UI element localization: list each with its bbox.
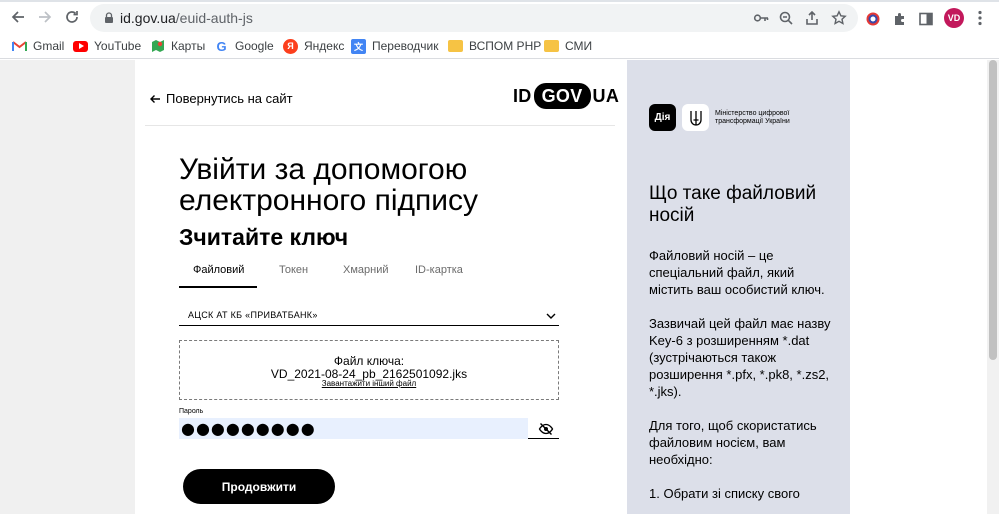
page-scrollbar[interactable]	[987, 60, 999, 514]
back-to-site-link[interactable]: Повернутись на сайт	[149, 91, 293, 106]
tab-id-card[interactable]: ID-картка	[415, 264, 463, 276]
page-content: Повернутись на сайт ID GOV UA Увійти за …	[0, 60, 999, 514]
active-tab-indicator	[179, 286, 257, 288]
arrow-left-icon	[150, 94, 160, 103]
continue-button[interactable]: Продовжити	[183, 469, 335, 504]
key-icon[interactable]	[752, 9, 770, 27]
url-path: /euid-auth-js	[175, 10, 253, 26]
key-type-tabs: Файловий Токен Хмарний ID-картка	[179, 260, 559, 288]
bookmark-gmail[interactable]: Gmail	[12, 38, 64, 54]
profile-avatar[interactable]: VD	[944, 8, 964, 28]
maps-icon	[150, 39, 165, 54]
idgov-logo[interactable]: ID GOV UA	[513, 83, 620, 109]
gmail-icon	[12, 39, 27, 54]
trident-icon	[682, 104, 709, 131]
diia-brand: Дія Міністерство цифрової трансформації …	[649, 104, 825, 131]
extensions-puzzle-icon[interactable]	[890, 9, 910, 29]
bookmark-label: Карты	[171, 39, 206, 53]
bookmark-label: ВСПОМ PHP	[469, 39, 542, 53]
page-title: Увійти за допомогою електронного підпису	[179, 153, 478, 217]
logo-ua: UA	[592, 85, 620, 106]
back-icon[interactable]	[7, 6, 29, 28]
forward-icon[interactable]	[34, 6, 56, 28]
address-bar[interactable]: id.gov.ua/euid-auth-js	[90, 4, 858, 32]
url-host: id.gov.ua	[120, 10, 176, 26]
bookmark-label: Google	[235, 39, 274, 53]
side-panel-icon[interactable]	[916, 9, 936, 29]
password-label: Пароль	[179, 408, 204, 415]
zoom-icon[interactable]	[777, 9, 795, 27]
bookmark-translate[interactable]: 文 Переводчик	[351, 38, 439, 54]
bookmark-label: Переводчик	[372, 39, 439, 53]
provider-value: АЦСК АТ КБ «ПРИВАТБАНК»	[188, 310, 318, 320]
diia-logo: Дія	[649, 104, 676, 131]
google-icon: G	[216, 38, 227, 54]
info-panel: Дія Міністерство цифрової трансформації …	[627, 60, 850, 514]
key-file-dropzone[interactable]: Файл ключа: VD_2021-08-24_pb_2162501092.…	[179, 340, 559, 400]
info-title: Що таке файловий носій	[649, 183, 817, 226]
bookmark-yandex[interactable]: Я Яндекс	[283, 38, 344, 54]
upload-other-file-link[interactable]: Завантажити інший файл	[180, 379, 558, 388]
bookmark-label: YouTube	[94, 39, 142, 53]
lock-icon[interactable]	[102, 11, 116, 25]
key-file-label: Файл ключа:	[333, 354, 405, 368]
bookmark-label: Яндекс	[304, 39, 345, 53]
menu-dots-icon[interactable]	[972, 9, 988, 27]
url-text[interactable]: id.gov.ua/euid-auth-js	[120, 10, 253, 26]
bookmark-star-icon[interactable]	[830, 9, 848, 27]
password-field	[179, 418, 559, 439]
bookmark-label: СМИ	[565, 39, 593, 53]
bookmark-youtube[interactable]: YouTube	[73, 38, 141, 54]
page-right-margin	[850, 60, 987, 514]
back-to-site-label: Повернутись на сайт	[166, 91, 293, 106]
password-input[interactable]	[181, 420, 521, 437]
bookmark-folder-smi[interactable]: СМИ	[544, 38, 592, 54]
logo-gov: GOV	[533, 83, 591, 109]
bookmark-google[interactable]: G Google	[214, 38, 274, 54]
folder-icon	[544, 40, 559, 52]
reload-icon[interactable]	[61, 6, 83, 28]
bookmark-maps[interactable]: Карты	[150, 38, 205, 54]
browser-toolbar: id.gov.ua/euid-auth-js VD	[0, 2, 999, 32]
ministry-name: Міністерство цифрової трансформації Укра…	[715, 109, 790, 125]
bookmarks-bar: Gmail YouTube Карты G Google Я Яндекс 文 Пер…	[0, 32, 999, 59]
info-paragraph: Файловий носій – це спеціальний файл, як…	[649, 248, 825, 297]
color-picker-extension-icon[interactable]	[863, 9, 883, 29]
yandex-icon: Я	[283, 38, 298, 54]
chevron-down-icon	[546, 313, 556, 319]
scrollbar-thumb[interactable]	[989, 60, 997, 360]
folder-icon	[448, 40, 463, 52]
translate-icon: 文	[351, 38, 366, 54]
tab-file[interactable]: Файловий	[193, 264, 244, 276]
info-body: Файловий носій – це спеціальний файл, як…	[649, 247, 839, 519]
tab-token[interactable]: Токен	[279, 264, 308, 276]
eye-off-icon[interactable]	[538, 421, 554, 437]
login-panel: Повернутись на сайт ID GOV UA Увійти за …	[135, 60, 627, 514]
info-paragraph: Для того, щоб скористатись файловим носі…	[649, 418, 817, 467]
share-icon[interactable]	[803, 9, 821, 27]
bookmark-folder-php[interactable]: ВСПОМ PHP	[448, 38, 541, 54]
bookmark-label: Gmail	[33, 39, 65, 53]
logo-id: ID	[513, 85, 532, 106]
info-paragraph: Зазвичай цей файл має назву Key-6 з розш…	[649, 316, 831, 399]
header-divider	[145, 125, 615, 126]
youtube-icon	[73, 40, 88, 52]
info-paragraph: 1. Обрати зі списку свого	[649, 486, 800, 501]
provider-select[interactable]: АЦСК АТ КБ «ПРИВАТБАНК»	[179, 306, 559, 326]
section-subtitle: Зчитайте ключ	[179, 224, 349, 250]
tab-cloud[interactable]: Хмарний	[343, 264, 389, 276]
